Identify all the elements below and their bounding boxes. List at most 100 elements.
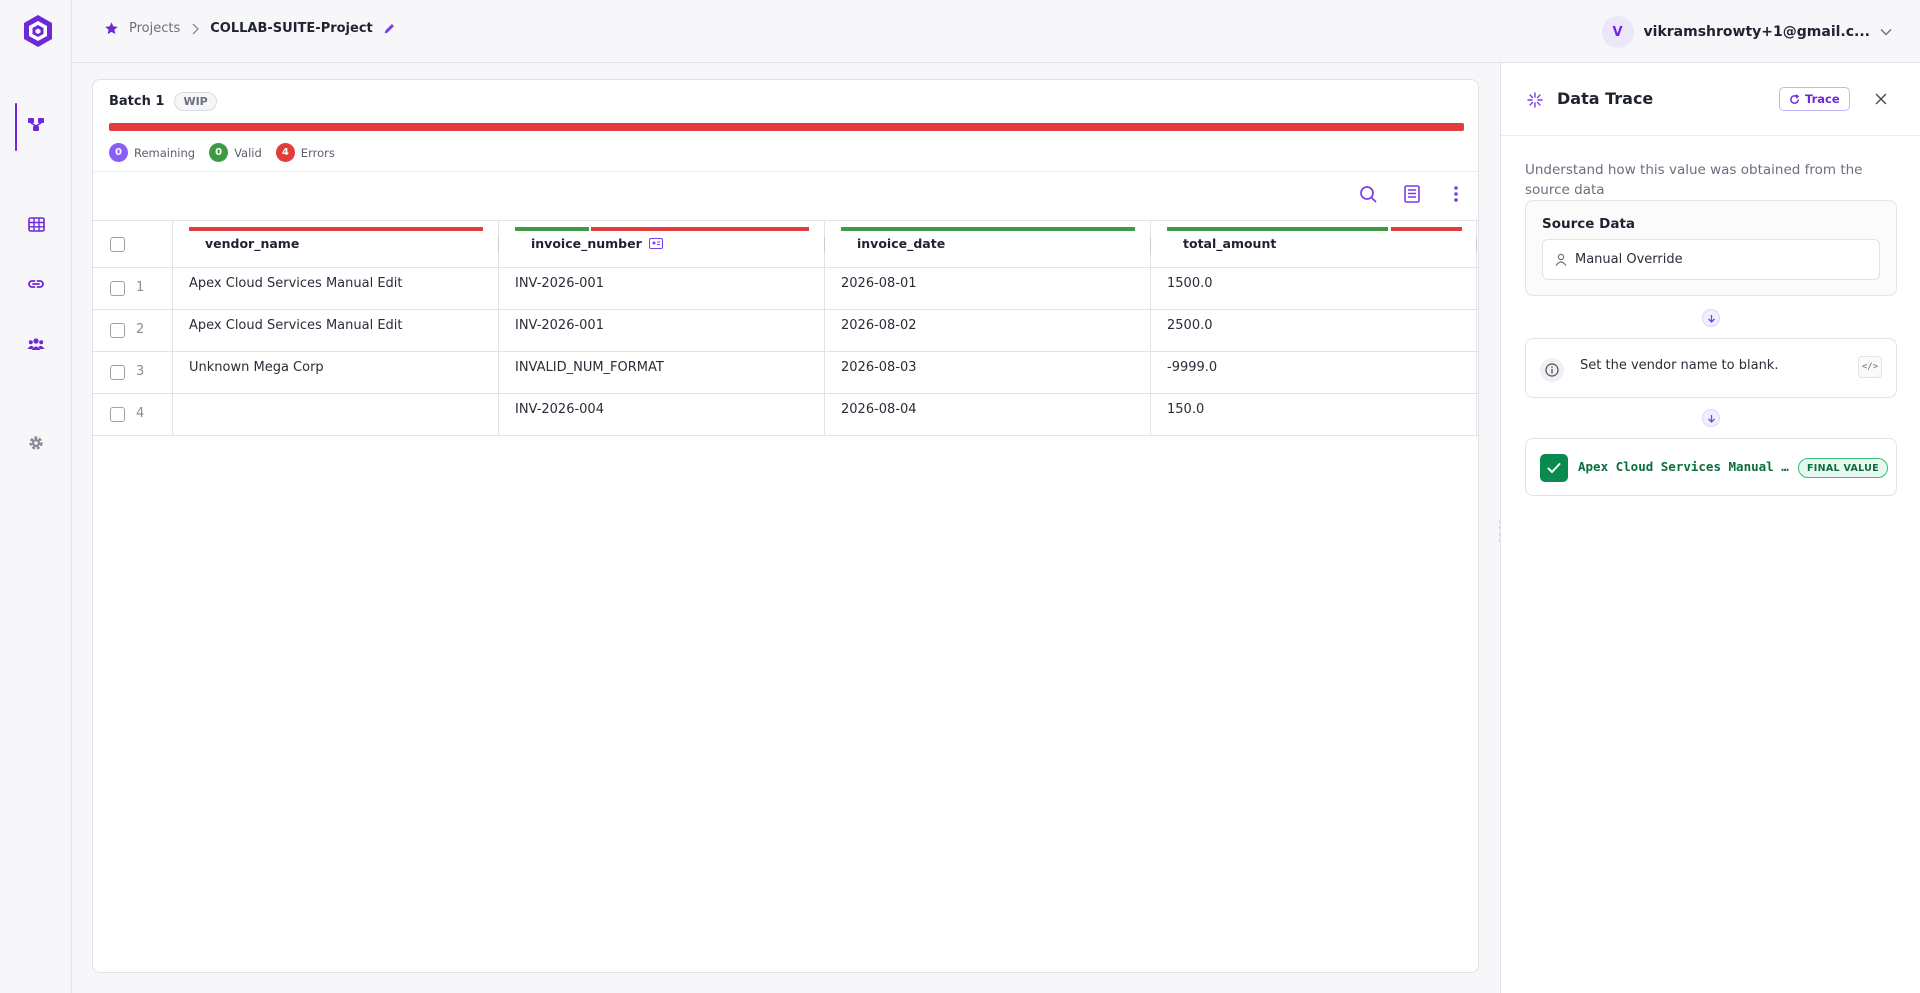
batch-header: Batch 1 WIP bbox=[109, 92, 217, 111]
left-rail bbox=[0, 0, 72, 993]
cell-invoice-number[interactable]: INV-2026-001 bbox=[499, 268, 825, 309]
row-checkbox[interactable] bbox=[110, 407, 125, 422]
nav-users[interactable] bbox=[16, 324, 56, 364]
app-logo-icon[interactable] bbox=[22, 14, 54, 48]
cell-total-amount[interactable]: 150.0 bbox=[1151, 394, 1477, 435]
cell-invoice-number[interactable]: INV-2026-004 bbox=[499, 394, 825, 435]
cell-invoice-number[interactable]: INVALID_NUM_FORMAT bbox=[499, 352, 825, 393]
arrow-down-icon bbox=[1702, 409, 1720, 427]
report-button[interactable] bbox=[1400, 182, 1424, 206]
top-bar: Projects COLLAB-SUITE-Project V vikramsh… bbox=[72, 0, 1920, 63]
more-vertical-icon bbox=[1454, 186, 1458, 202]
nav-links[interactable] bbox=[16, 264, 56, 304]
row-select-cell: 3 bbox=[93, 352, 173, 393]
cell-value: 2026-08-03 bbox=[841, 360, 917, 375]
status-badge: WIP bbox=[174, 92, 217, 111]
row-checkbox[interactable] bbox=[110, 365, 125, 380]
search-icon bbox=[1360, 186, 1377, 203]
user-menu[interactable]: V vikramshrowty+1@gmail.c... bbox=[1601, 16, 1892, 48]
valid-label: Valid bbox=[234, 145, 262, 160]
cell-total-amount[interactable]: 1500.0 bbox=[1151, 268, 1477, 309]
breadcrumb-projects-link[interactable]: Projects bbox=[129, 21, 180, 36]
row-checkbox[interactable] bbox=[110, 281, 125, 296]
cell-total-amount[interactable]: -9999.0 bbox=[1151, 352, 1477, 393]
column-header-vendor-name[interactable]: vendor_name bbox=[173, 221, 499, 267]
more-options-button[interactable] bbox=[1444, 182, 1468, 206]
cell-invoice-date[interactable]: 2026-08-02 bbox=[825, 310, 1151, 351]
info-icon bbox=[1540, 358, 1564, 382]
cell-invoice-date[interactable]: 2026-08-04 bbox=[825, 394, 1151, 435]
users-icon bbox=[27, 338, 45, 350]
cell-total-amount[interactable]: 2500.0 bbox=[1151, 310, 1477, 351]
column-header-total-amount[interactable]: total_amount bbox=[1151, 221, 1477, 267]
user-email: vikramshrowty+1@gmail.c... bbox=[1643, 24, 1870, 40]
table-icon bbox=[27, 216, 45, 232]
chevron-down-icon bbox=[1880, 29, 1892, 36]
source-data-value: Manual Override bbox=[1575, 252, 1683, 267]
sparkle-icon bbox=[1527, 92, 1543, 108]
column-header-invoice-number[interactable]: invoice_number bbox=[499, 221, 825, 267]
search-button[interactable] bbox=[1356, 182, 1380, 206]
nav-tables[interactable] bbox=[16, 204, 56, 244]
close-button[interactable] bbox=[1871, 89, 1891, 109]
remaining-count: 0 bbox=[109, 143, 128, 162]
panel-header: Data Trace Trace bbox=[1501, 63, 1920, 136]
breadcrumb-current-project: COLLAB-SUITE-Project bbox=[210, 21, 373, 36]
cell-vendor-name[interactable]: Apex Cloud Services Manual Edit bbox=[173, 268, 499, 309]
row-number: 3 bbox=[136, 364, 145, 379]
table-row: 3 Unknown Mega Corp INVALID_NUM_FORMAT 2… bbox=[93, 352, 1478, 394]
pencil-icon[interactable] bbox=[383, 22, 396, 35]
data-grid: vendor_name invoice_number invoice_date bbox=[93, 220, 1478, 436]
quality-bar-errors bbox=[189, 227, 483, 231]
cell-invoice-date[interactable]: 2026-08-01 bbox=[825, 268, 1151, 309]
gear-icon bbox=[29, 436, 43, 450]
cell-value: 2026-08-02 bbox=[841, 318, 917, 333]
source-data-title: Source Data bbox=[1542, 216, 1636, 232]
refresh-icon bbox=[1790, 93, 1800, 104]
cell-value: INVALID_NUM_FORMAT bbox=[515, 360, 664, 375]
column-title: total_amount bbox=[1183, 236, 1277, 251]
arrow-down-icon bbox=[1702, 309, 1720, 327]
column-header-invoice-date[interactable]: invoice_date bbox=[825, 221, 1151, 267]
panel-description: Understand how this value was obtained f… bbox=[1525, 162, 1863, 198]
cell-vendor-name[interactable]: Apex Cloud Services Manual Edit bbox=[173, 310, 499, 351]
view-code-button[interactable]: </> bbox=[1858, 356, 1882, 378]
final-value-badge: FINAL VALUE bbox=[1798, 458, 1888, 478]
avatar: V bbox=[1601, 16, 1634, 48]
header-select-cell bbox=[93, 221, 173, 267]
trace-button[interactable]: Trace bbox=[1779, 87, 1850, 111]
batch-title: Batch 1 bbox=[109, 94, 165, 109]
document-icon bbox=[1404, 185, 1420, 203]
error-progress-bar bbox=[109, 123, 1464, 131]
nav-settings[interactable] bbox=[16, 423, 56, 463]
row-number: 4 bbox=[136, 406, 145, 421]
row-select-cell: 2 bbox=[93, 310, 173, 351]
cell-vendor-name[interactable]: Unknown Mega Corp bbox=[173, 352, 499, 393]
divider bbox=[93, 171, 1478, 172]
user-icon bbox=[1555, 253, 1567, 266]
select-all-checkbox[interactable] bbox=[110, 237, 125, 252]
stat-remaining: 0 Remaining bbox=[109, 143, 195, 162]
cell-value: 2026-08-04 bbox=[841, 402, 917, 417]
nav-workflow[interactable] bbox=[16, 104, 56, 144]
star-icon[interactable] bbox=[104, 21, 119, 36]
column-title: invoice_date bbox=[857, 236, 946, 251]
cell-invoice-number[interactable]: INV-2026-001 bbox=[499, 310, 825, 351]
column-separator[interactable] bbox=[1476, 238, 1477, 252]
final-value-text: Apex Cloud Services Manual Edit bbox=[1578, 459, 1792, 474]
cell-value: 150.0 bbox=[1167, 402, 1205, 417]
check-icon bbox=[1540, 454, 1568, 482]
table-row: 4 INV-2026-004 2026-08-04 150.0 bbox=[93, 394, 1478, 436]
batch-card: Batch 1 WIP 0 Remaining 0 Valid 4 Errors bbox=[92, 79, 1479, 973]
cell-vendor-name[interactable] bbox=[173, 394, 499, 435]
cell-value: 1500.0 bbox=[1167, 276, 1213, 291]
trace-button-label: Trace bbox=[1805, 92, 1840, 106]
stat-errors: 4 Errors bbox=[275, 143, 335, 162]
cell-invoice-date[interactable]: 2026-08-03 bbox=[825, 352, 1151, 393]
grid-toolbar bbox=[1356, 182, 1468, 206]
cell-value: Apex Cloud Services Manual Edit bbox=[189, 318, 403, 333]
source-data-field: Manual Override bbox=[1542, 239, 1880, 280]
row-checkbox[interactable] bbox=[110, 323, 125, 338]
column-title: invoice_number bbox=[531, 236, 642, 251]
transform-step-text: Set the vendor name to blank. bbox=[1580, 358, 1779, 373]
